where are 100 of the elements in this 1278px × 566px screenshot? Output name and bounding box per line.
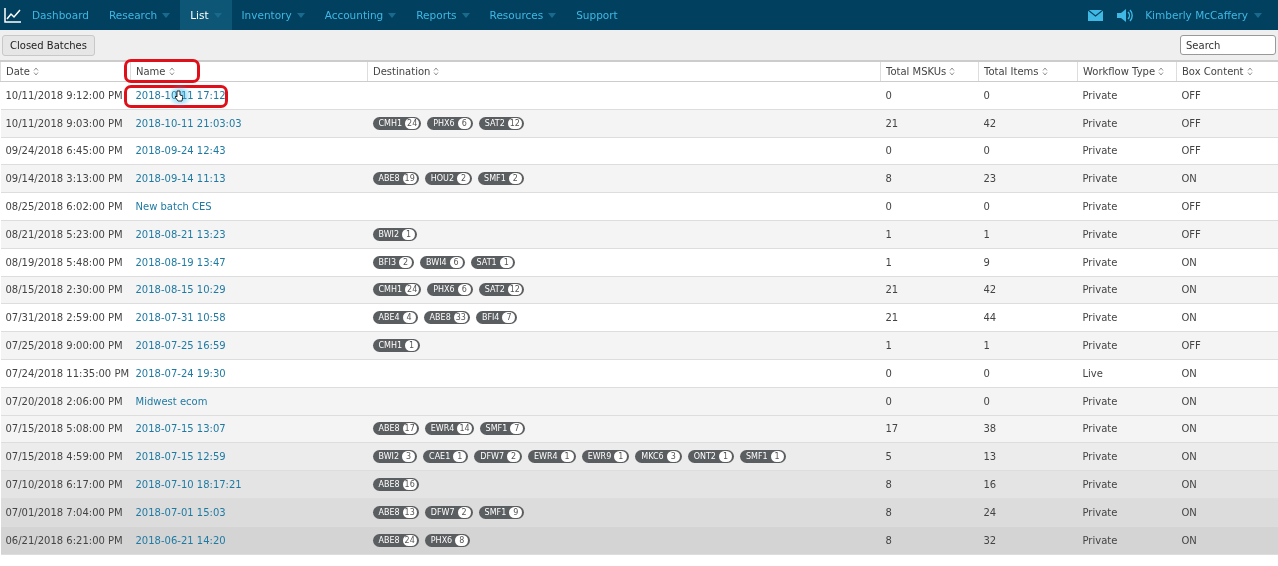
destination-tag: SMF1 7 <box>479 422 526 436</box>
box-content-text: ON <box>1181 367 1197 379</box>
batch-link[interactable]: 2018-08-21 13:23 <box>135 228 226 240</box>
box-content-text: OFF <box>1181 89 1201 101</box>
sort-icon[interactable] <box>1246 67 1253 76</box>
count-badge: 4 <box>402 312 416 324</box>
items-text: 32 <box>983 534 997 546</box>
count-badge: 1 <box>402 228 416 240</box>
search-field[interactable]: Search <box>1180 35 1276 55</box>
batch-link[interactable]: 2018-09-14 11:13 <box>135 173 226 185</box>
date-text: 07/24/2018 11:35:00 PM <box>5 367 130 379</box>
batch-link[interactable]: New batch CES <box>135 201 212 213</box>
destination-tag: HOU2 2 <box>424 172 473 186</box>
workflow-text: Private <box>1082 534 1118 546</box>
destination-tag: ABE8 16 <box>372 478 419 492</box>
items-text: 0 <box>983 395 990 407</box>
workflow-text: Private <box>1082 451 1118 463</box>
batch-link[interactable]: 2018-07-25 16:59 <box>135 340 226 352</box>
box-content-text: ON <box>1181 256 1197 268</box>
mskus-text: 8 <box>885 479 892 491</box>
nav-tab[interactable]: Inventory <box>231 0 315 30</box>
nav-tab[interactable]: Accounting <box>314 0 407 30</box>
destination-tag: ABE8 33 <box>423 311 470 325</box>
items-text: 1 <box>983 228 990 240</box>
count-badge: 1 <box>499 256 513 268</box>
count-badge: 6 <box>449 256 463 268</box>
closed-batches-button[interactable]: Closed Batches <box>2 34 95 56</box>
count-badge: 19 <box>402 173 417 185</box>
date-text: 08/21/2018 5:23:00 PM <box>5 228 123 240</box>
destination-tag: SAT2 12 <box>478 116 524 130</box>
destination-tag: ABE8 19 <box>372 172 419 186</box>
items-text: 0 <box>983 89 990 101</box>
date-text: 07/20/2018 2:06:00 PM <box>5 395 123 407</box>
destination-tag: BFI4 7 <box>475 311 518 325</box>
mskus-text: 21 <box>885 284 899 296</box>
mskus-text: 1 <box>885 228 892 240</box>
items-text: 16 <box>983 479 997 491</box>
nav-tab[interactable]: Reports <box>406 0 480 30</box>
destination-tag: PHX6 8 <box>424 533 471 547</box>
date-text: 07/15/2018 4:59:00 PM <box>5 451 123 463</box>
items-text: 44 <box>983 312 997 324</box>
count-badge: 8 <box>455 534 469 546</box>
mail-icon[interactable] <box>1088 9 1104 21</box>
items-text: 0 <box>983 367 990 379</box>
batch-link[interactable]: 2018-07-10 18:17:21 <box>135 479 242 491</box>
batch-link[interactable]: 2018-09-24 12:43 <box>135 145 226 157</box>
destination-tag: CMH1 1 <box>372 339 421 353</box>
nav-tab[interactable]: Dashboard <box>22 0 99 30</box>
sort-icon[interactable] <box>32 67 39 76</box>
count-badge: 6 <box>457 117 471 129</box>
date-text: 07/10/2018 6:17:00 PM <box>5 479 123 491</box>
nav-tab[interactable]: Resources <box>479 0 567 30</box>
box-content-text: OFF <box>1181 201 1201 213</box>
destination-tag: CMH1 24 <box>372 116 422 130</box>
count-badge: 13 <box>402 506 417 518</box>
batch-link[interactable]: 2018-07-24 19:30 <box>135 367 226 379</box>
batch-link[interactable]: Midwest ecom <box>135 395 208 407</box>
sort-icon[interactable] <box>433 67 440 76</box>
date-text: 07/15/2018 5:08:00 PM <box>5 423 123 435</box>
workflow-text: Private <box>1082 479 1118 491</box>
workflow-text: Private <box>1082 506 1118 518</box>
box-content-text: ON <box>1181 312 1197 324</box>
box-content-text: ON <box>1181 395 1197 407</box>
count-badge: 3 <box>402 451 416 463</box>
column-header[interactable]: Date <box>6 66 30 77</box>
workflow-text: Private <box>1082 201 1118 213</box>
destination-tag: DFW7 2 <box>424 505 473 519</box>
workflow-text: Private <box>1082 173 1118 185</box>
mskus-text: 8 <box>885 506 892 518</box>
batch-link[interactable]: 2018-07-15 13:07 <box>135 423 226 435</box>
items-text: 23 <box>983 173 997 185</box>
batch-link[interactable]: 2018-06-21 14:20 <box>135 534 226 546</box>
batch-link[interactable]: 2018-07-01 15:03 <box>135 506 226 518</box>
batch-link[interactable]: 2018-08-19 13:47 <box>135 256 226 268</box>
workflow-text: Private <box>1082 228 1118 240</box>
count-badge: 12 <box>507 117 522 129</box>
batch-link[interactable]: 2018-07-15 12:59 <box>135 451 226 463</box>
destination-tag: ONT2 1 <box>687 450 734 464</box>
sort-icon[interactable] <box>1041 67 1048 76</box>
nav-tab[interactable]: Research <box>98 0 181 30</box>
mskus-text: 1 <box>885 256 892 268</box>
batch-link[interactable]: 2018-08-15 10:29 <box>135 284 226 296</box>
nav-tab[interactable]: List <box>180 0 232 30</box>
user-menu[interactable]: Kimberly McCaffery <box>1133 9 1278 21</box>
box-content-text: ON <box>1181 451 1197 463</box>
count-badge: 24 <box>402 534 417 546</box>
workflow-text: Private <box>1082 312 1118 324</box>
batch-link[interactable]: 2018-07-31 10:58 <box>135 312 226 324</box>
items-text: 0 <box>983 201 990 213</box>
sort-icon[interactable] <box>949 67 956 76</box>
destination-tag: ABE8 13 <box>372 505 419 519</box>
speaker-icon[interactable] <box>1117 7 1134 23</box>
column-header[interactable]: Destination <box>373 66 431 77</box>
chart-logo-icon[interactable] <box>4 7 22 23</box>
sort-icon[interactable] <box>1158 67 1165 76</box>
items-text: 24 <box>983 506 997 518</box>
column-header[interactable]: Name <box>136 66 166 77</box>
nav-tab[interactable]: Support <box>566 0 628 30</box>
batch-link[interactable]: 2018-10-11 21:03:03 <box>135 117 242 129</box>
sort-icon[interactable] <box>168 67 175 76</box>
